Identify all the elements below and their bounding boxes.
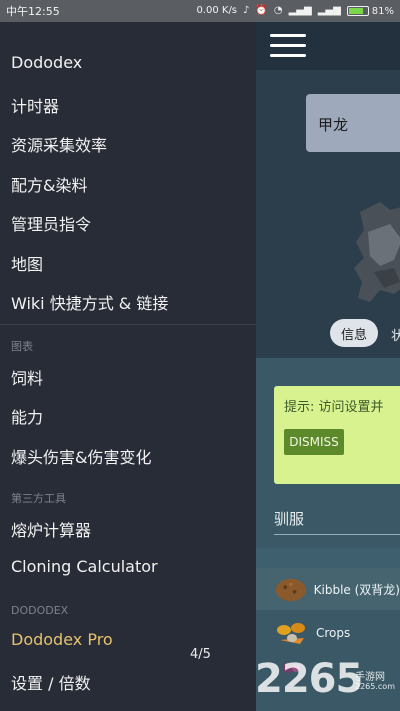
list-item-label: Crops: [316, 626, 351, 640]
alarm-icon: ⏰: [255, 5, 268, 16]
hint-card: 提示: 访问设置并 DISMISS: [274, 386, 400, 484]
menu-item-cloning-calculator[interactable]: Cloning Calculator: [11, 557, 158, 576]
section-header-third-party: 第三方工具: [11, 492, 66, 505]
status-bar: 中午12:55 0.00 K/s ♪ ⏰ ◔ ▂▄▆ ▂▄▆ 81%: [0, 0, 400, 22]
headset-icon: ♪: [243, 5, 250, 16]
kibble-icon: [275, 578, 306, 602]
menu-item-gather-efficiency[interactable]: 资源采集效率: [11, 132, 107, 156]
menu-item-abilities[interactable]: 能力: [11, 404, 43, 428]
signal-icon: ▂▄▆: [288, 5, 312, 16]
divider: [0, 324, 256, 325]
list-item[interactable]: Crops: [256, 612, 400, 654]
section-header-charts: 图表: [11, 340, 33, 353]
status-time: 中午12:55: [6, 5, 60, 18]
menu-item-dododex[interactable]: Dododex: [11, 53, 82, 72]
hint-text: 提示: 访问设置并: [284, 400, 384, 415]
signal-2-icon: ▂▄▆: [317, 5, 341, 16]
list-item[interactable]: Kibble (双背龙): [256, 568, 400, 610]
menu-item-forge-calculator[interactable]: 熔炉计算器: [11, 517, 91, 541]
page-indicator: 4/5: [190, 647, 211, 662]
menu-item-admin-commands[interactable]: 管理员指令: [11, 211, 91, 235]
list-item-label: Kibble (双背龙): [313, 582, 400, 597]
speed-indicator: 0.00 K/s: [196, 5, 238, 16]
status-icons: 0.00 K/s ♪ ⏰ ◔ ▂▄▆ ▂▄▆ 81%: [196, 6, 394, 17]
creature-image: [354, 202, 400, 302]
battery-fill: [348, 8, 364, 14]
battery-percent: 81%: [371, 5, 394, 17]
section-header-dododex: DODODEX: [11, 604, 69, 617]
crops-icon: [277, 623, 305, 644]
menu-item-map[interactable]: 地图: [11, 251, 43, 275]
creature-name: 甲龙: [318, 116, 349, 134]
creature-name-card[interactable]: 甲龙: [306, 94, 400, 152]
tab-stats[interactable]: 状: [391, 325, 400, 344]
navigation-drawer: Dododex 计时器 资源采集效率 配方&染料 管理员指令 地图 Wiki 快…: [0, 22, 256, 711]
watermark-number: 2265: [255, 656, 363, 702]
dismiss-button[interactable]: DISMISS: [284, 429, 344, 455]
background-app: 甲龙 信息 状 提示: 访问设置并 DISMISS 驯服 Kibble (双背龙…: [256, 22, 400, 711]
hamburger-menu-icon[interactable]: [270, 34, 306, 58]
site-watermark: 2265 手游网 2265.com: [255, 656, 400, 711]
menu-item-timers[interactable]: 计时器: [11, 93, 59, 117]
wifi-icon: ◔: [273, 5, 283, 16]
menu-item-dododex-pro[interactable]: Dododex Pro: [11, 630, 113, 649]
tab-info[interactable]: 信息: [330, 319, 378, 347]
section-title-taming: 驯服: [274, 510, 305, 528]
menu-item-settings[interactable]: 设置 / 倍数: [11, 670, 91, 694]
menu-item-kibble[interactable]: 饲料: [11, 365, 43, 389]
battery-icon: [346, 6, 369, 16]
menu-item-recipes-dyes[interactable]: 配方&染料: [11, 172, 87, 196]
battery-indicator: 81%: [346, 5, 394, 17]
menu-item-headshot-damage[interactable]: 爆头伤害&伤害变化: [11, 444, 151, 468]
app-toolbar: [256, 22, 400, 70]
watermark-name: 手游网: [355, 672, 385, 683]
divider: [274, 534, 400, 535]
menu-item-wiki-links[interactable]: Wiki 快捷方式 & 链接: [11, 290, 168, 314]
watermark-url: 2265.com: [355, 682, 395, 691]
